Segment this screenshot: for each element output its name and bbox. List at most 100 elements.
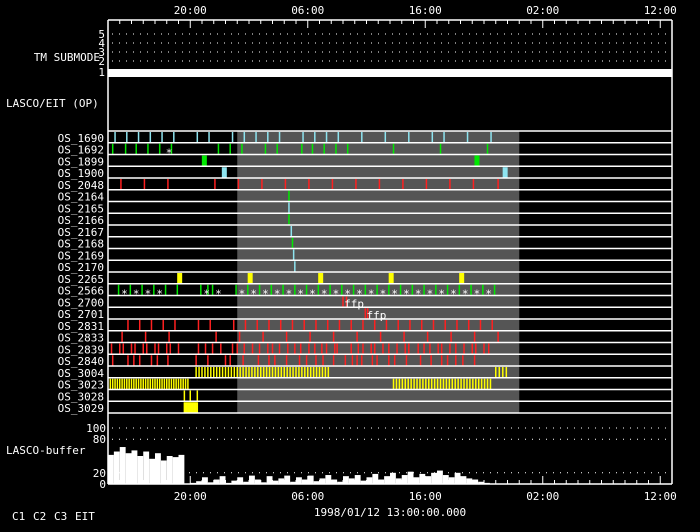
star-marker: * (133, 288, 140, 301)
event-mark (388, 273, 394, 284)
event-mark (459, 273, 465, 284)
top-time-axis: 20:00 06:00 16:00 02:00 12:00 (108, 4, 677, 28)
axis-tick-label: 12:00 (644, 4, 677, 17)
axis-tick-label: 20:00 (174, 490, 207, 503)
buffer-bar (460, 476, 467, 484)
star-marker: * (380, 288, 387, 301)
buffer-bar (390, 472, 396, 484)
buffer-bar (143, 451, 150, 484)
buffer-bar (296, 477, 302, 484)
star-marker: * (368, 288, 375, 301)
event-mark (177, 273, 183, 284)
tm-submode-bar (108, 69, 672, 77)
legend-c1: C1 (12, 510, 25, 523)
buffer-bar (431, 472, 437, 484)
buffer-y-tick-label: 80 (93, 433, 106, 446)
star-marker: * (309, 288, 316, 301)
axis-tick-label: 06:00 (291, 4, 324, 17)
star-marker: * (156, 288, 163, 301)
buffer-bar (307, 475, 314, 484)
buffer-bar (454, 472, 461, 484)
buffer-bar (172, 457, 179, 484)
os-rows: OS_1690OS_1692 *OS_1899OS_1900OS_2048OS_2… (58, 130, 672, 415)
star-marker: * (333, 288, 340, 301)
star-marker: * (297, 288, 304, 301)
buffer-bar (343, 476, 349, 484)
buffer-y-tick-label: 20 (93, 467, 106, 480)
buffer-bar (354, 475, 361, 484)
legend-eit: EIT (75, 510, 95, 523)
buffer-bar (284, 475, 291, 484)
star-marker: * (403, 288, 410, 301)
buffer-bar (407, 471, 414, 484)
star-marker: * (438, 288, 445, 301)
star-marker: * (450, 288, 457, 301)
axis-tick-label: 20:00 (174, 4, 207, 17)
buffer-bar (219, 476, 226, 484)
axis-tick-label: 12:00 (644, 490, 677, 503)
axis-tick-label: 02:00 (526, 4, 559, 17)
legend-c2: C2 (33, 510, 46, 523)
star-marker: * (262, 288, 269, 301)
event-mark (247, 273, 253, 284)
tm-level-label: 1 (98, 66, 105, 79)
buffer-bar (166, 456, 173, 484)
event-mark (318, 273, 324, 284)
buffer-bar (437, 470, 443, 484)
star-marker: * (121, 288, 128, 301)
star-marker: * (485, 288, 492, 301)
event-mark (502, 167, 508, 178)
buffer-bar (178, 454, 185, 484)
buffer-bar (442, 475, 449, 484)
buffer-bar (125, 453, 132, 484)
section-label: LASCO/EIT (OP) (6, 97, 99, 110)
axis-tick-label: 16:00 (409, 490, 442, 503)
star-marker: * (166, 147, 173, 160)
buffer-y-tick-label: 100 (86, 422, 106, 435)
buffer-bar (366, 477, 373, 484)
buffer-bar (325, 475, 332, 484)
buffer-bar (401, 475, 408, 484)
buffer-label: LASCO-buffer (6, 444, 86, 457)
buffer-bar (419, 473, 426, 484)
star-marker: * (203, 288, 210, 301)
buffer-bar (413, 477, 420, 484)
legend: C1 C2 C3 EIT (12, 510, 95, 523)
star-marker: * (286, 288, 293, 301)
event-note: ffp (367, 309, 387, 322)
buffer-bar (425, 476, 432, 484)
star-marker: * (415, 288, 422, 301)
tm-submode-label: TM SUBMODE (34, 51, 100, 64)
star-marker: * (391, 288, 398, 301)
event-mark (474, 155, 480, 167)
buffer-bar (319, 478, 326, 484)
buffer-bar (278, 478, 285, 484)
buffer-bar (249, 475, 255, 484)
star-marker: * (239, 288, 246, 301)
buffer-bar (466, 478, 473, 484)
row-label: OS_3029 (58, 402, 104, 415)
buffer-bar (155, 453, 161, 484)
legend-c3: C3 (54, 510, 67, 523)
buffer-panel: LASCO-buffer 020 80100 (6, 422, 672, 491)
star-marker: * (215, 288, 222, 301)
buffer-bar (137, 456, 144, 484)
buffer-bar (237, 477, 244, 484)
chart-title: 1998/01/12 13:00:00.000 (314, 506, 466, 519)
buffer-bar (160, 460, 167, 484)
event-note: ffp (344, 297, 364, 310)
buffer-bar (395, 478, 402, 484)
buffer-bar (266, 476, 273, 484)
tm-submode-panel: TM SUBMODE 54321 (34, 28, 672, 79)
buffer-bar (202, 477, 208, 484)
axis-tick-label: 06:00 (291, 490, 324, 503)
axis-tick-label: 16:00 (409, 4, 442, 17)
star-marker: * (145, 288, 152, 301)
event-mark (201, 155, 207, 167)
buffer-y-tick-label: 0 (99, 478, 106, 491)
buffer-bar (113, 451, 120, 484)
star-marker: * (427, 288, 434, 301)
star-marker: * (274, 288, 281, 301)
star-marker: * (321, 288, 328, 301)
buffer-bar (384, 476, 390, 484)
